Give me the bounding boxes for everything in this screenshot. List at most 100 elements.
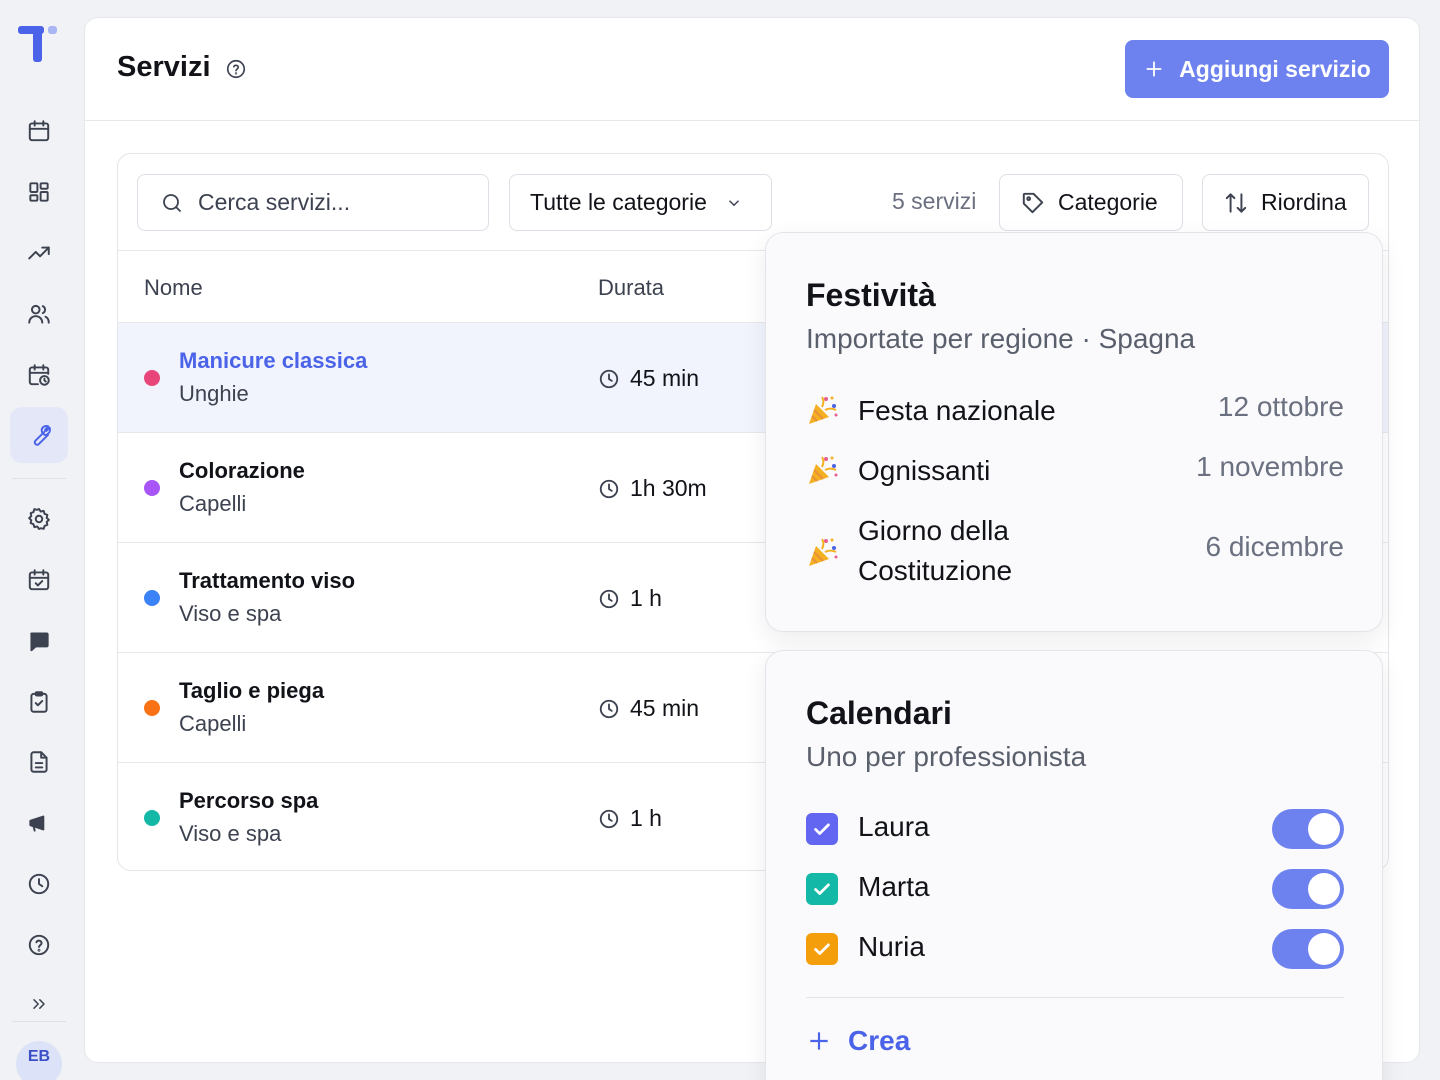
add-service-button[interactable]: Aggiungi servizio [1125, 40, 1389, 98]
calendar-name: Nuria [858, 931, 925, 962]
service-category: Viso e spa [179, 601, 282, 626]
service-category: Capelli [179, 711, 247, 736]
holiday-date: 1 novembre [1196, 451, 1344, 482]
calendar-checkbox[interactable] [806, 873, 838, 905]
service-category: Capelli [179, 491, 247, 516]
avatar[interactable]: EB [16, 1041, 62, 1080]
sort-icon [1225, 192, 1247, 213]
toggle-knob [1308, 933, 1340, 965]
clipboard-check-icon[interactable] [10, 674, 68, 730]
calendar-check-icon[interactable] [10, 552, 68, 608]
dashboard-icon[interactable] [10, 164, 68, 220]
holiday-date: 12 ottobre [1217, 391, 1344, 422]
calendar-checkbox[interactable] [806, 933, 838, 965]
chat-icon[interactable] [10, 613, 68, 669]
party-popper-icon [809, 538, 838, 566]
toggle-knob [1308, 873, 1340, 905]
clock-icon [599, 809, 619, 828]
clock-icon [599, 589, 619, 608]
plus-icon [1146, 61, 1162, 77]
service-name[interactable]: Manicure classica [179, 348, 367, 374]
calendar-toggle[interactable] [1272, 809, 1344, 849]
check-icon [814, 883, 830, 895]
holiday-name: Giorno della Costituzione [858, 515, 1013, 586]
service-duration: 45 min [598, 695, 699, 722]
service-name[interactable]: Trattamento viso [179, 568, 355, 594]
category-color-dot [144, 370, 160, 386]
calendar-toggle[interactable] [1272, 929, 1344, 969]
calendar-toggle[interactable] [1272, 869, 1344, 909]
clock-icon [599, 699, 619, 718]
calendars-divider [806, 997, 1344, 998]
sidebar-divider [12, 1021, 66, 1022]
duration-value: 1h 30m [630, 475, 707, 501]
search-icon [163, 193, 182, 212]
calendars-title: Calendari [806, 695, 952, 731]
column-name[interactable]: Nome [144, 275, 203, 301]
holiday-item: Ognissanti 1 novembre [806, 443, 1344, 503]
party-popper-icon [809, 396, 838, 424]
category-color-dot [144, 480, 160, 496]
calendars-subtitle: Uno per professionista [806, 741, 1087, 772]
calendar-item: Laura [806, 809, 1344, 851]
search-box[interactable] [137, 174, 489, 231]
holiday-date: 6 dicembre [1205, 531, 1344, 562]
calendar-icon[interactable] [10, 103, 68, 159]
help-icon[interactable] [10, 917, 68, 973]
megaphone-icon[interactable] [10, 795, 68, 851]
create-calendar-button[interactable]: Crea [806, 1025, 910, 1057]
toggle-knob [1308, 813, 1340, 845]
sidebar-divider [12, 478, 66, 479]
service-category: Unghie [179, 381, 249, 406]
add-service-label: Aggiungi servizio [1179, 55, 1371, 82]
create-label: Crea [848, 1025, 911, 1056]
check-icon [814, 943, 830, 955]
page-title: Servizi [117, 51, 211, 83]
calendars-popover: Calendari Uno per professionista Laura Ma… [765, 650, 1383, 1080]
reorder-button[interactable]: Riordina [1202, 174, 1369, 231]
help-icon[interactable] [225, 58, 247, 80]
service-duration: 1 h [598, 585, 662, 612]
plus-icon [810, 1032, 828, 1050]
users-icon[interactable] [10, 286, 68, 342]
service-duration: 1 h [598, 805, 662, 832]
duration-value: 45 min [630, 695, 700, 721]
trending-up-icon[interactable] [10, 225, 68, 281]
document-icon[interactable] [10, 734, 68, 790]
calendar-clock-icon[interactable] [10, 347, 68, 403]
service-duration: 45 min [598, 365, 699, 392]
duration-value: 1 h [630, 805, 662, 831]
service-name[interactable]: Taglio e piega [179, 678, 324, 704]
expand-icon[interactable] [10, 976, 68, 1032]
service-name[interactable]: Percorso spa [179, 788, 318, 814]
service-category: Viso e spa [179, 821, 282, 846]
page-header: Servizi Aggiungi servizio [85, 18, 1419, 121]
duration-value: 1 h [630, 585, 662, 611]
categories-button[interactable]: Categorie [999, 174, 1183, 231]
calendar-name: Laura [858, 811, 930, 842]
check-icon [814, 823, 830, 835]
holidays-popover: Festività Importate per regione · Spagna… [765, 232, 1383, 632]
category-select[interactable]: Tutte le categorie [509, 174, 772, 231]
app-logo[interactable] [18, 26, 60, 66]
service-duration: 1h 30m [598, 475, 707, 502]
category-color-dot [144, 700, 160, 716]
calendar-checkbox[interactable] [806, 813, 838, 845]
holidays-subtitle: Importate per regione · Spagna [806, 323, 1196, 354]
gear-icon[interactable] [10, 491, 68, 547]
category-color-dot [144, 810, 160, 826]
column-duration[interactable]: Durata [598, 275, 664, 301]
holiday-name: Festa nazionale [858, 395, 1056, 426]
clock-icon [599, 369, 619, 388]
sidebar: EB [0, 0, 78, 1080]
holiday-item: Giorno della Costituzione 6 dicembre [806, 503, 1344, 603]
party-popper-icon [809, 456, 838, 484]
holidays-title: Festività [806, 277, 936, 313]
wrench-icon[interactable] [10, 407, 68, 463]
categories-label: Categorie [1058, 189, 1158, 215]
service-name[interactable]: Colorazione [179, 458, 305, 484]
calendar-item: Nuria [806, 929, 1344, 971]
reorder-label: Riordina [1261, 189, 1347, 215]
search-input[interactable] [198, 189, 458, 216]
clock-icon[interactable] [10, 856, 68, 912]
